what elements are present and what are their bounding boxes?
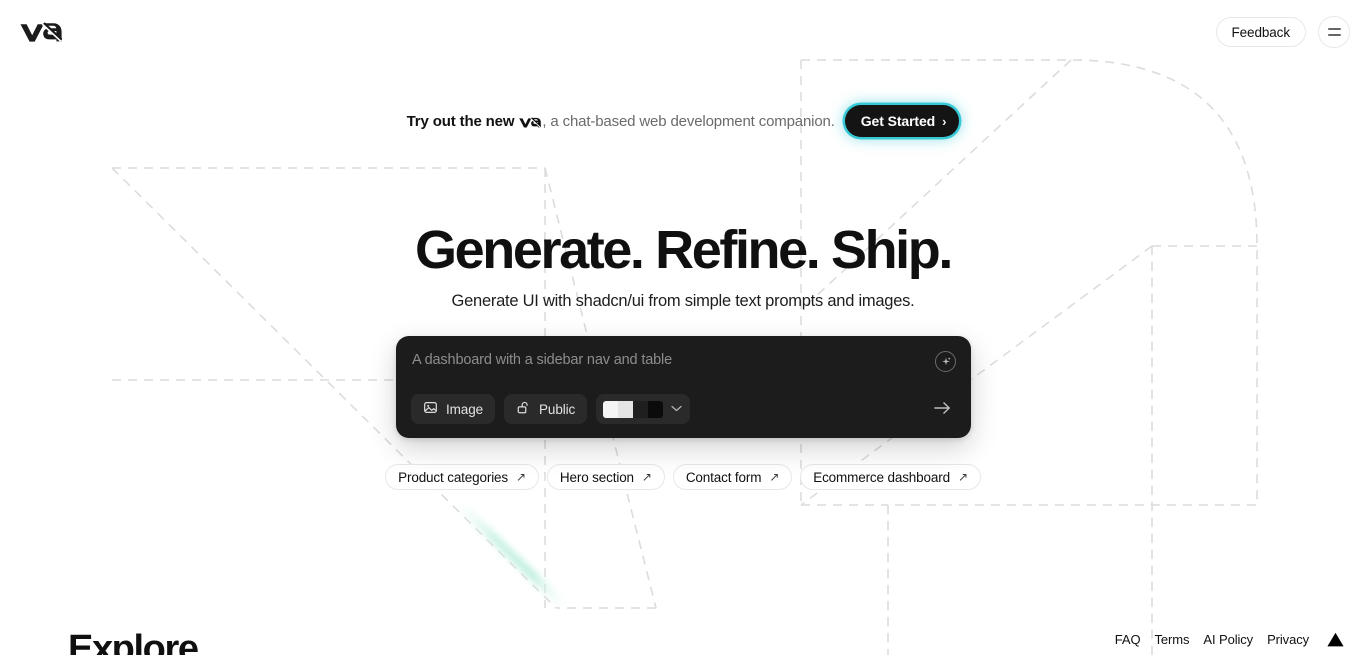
menu-line-1	[1327, 28, 1341, 30]
feedback-button[interactable]: Feedback	[1215, 17, 1306, 47]
unlock-icon	[516, 400, 531, 418]
prompt-input-row	[411, 351, 956, 372]
get-started-label: Get Started	[860, 113, 936, 129]
theme-swatch	[603, 400, 664, 418]
chevron-right-icon: ›	[942, 113, 947, 129]
hero-section: Generate. Refine. Ship. Generate UI with…	[0, 220, 1366, 311]
suggestion-chip-ecommerce-dashboard[interactable]: Ecommerce dashboard ↗	[800, 464, 981, 490]
chip-label: Product categories	[398, 469, 509, 485]
suggestion-chip-contact-form[interactable]: Contact form ↗	[672, 464, 793, 490]
announcement-banner: Try out the new , a chat-based web devel…	[0, 105, 1366, 137]
app-header: Feedback	[0, 0, 1366, 64]
visibility-button[interactable]: Public	[504, 394, 588, 424]
theme-selector[interactable]	[596, 394, 691, 424]
footer-link-terms[interactable]: Terms	[1155, 632, 1190, 647]
footer-links: FAQ Terms AI Policy Privacy	[1115, 632, 1344, 647]
visibility-label: Public	[539, 401, 576, 417]
v0-logo-icon	[20, 22, 62, 42]
arrow-up-right-icon: ↗	[516, 470, 526, 484]
announcement-lead: Try out the new	[406, 112, 515, 130]
prompt-composer-card: Image Public	[396, 336, 971, 438]
attach-image-label: Image	[446, 401, 484, 417]
explore-section-title: Explore	[68, 628, 199, 655]
chip-label: Contact form	[685, 469, 762, 485]
page-title: Generate. Refine. Ship.	[415, 220, 953, 280]
chip-label: Ecommerce dashboard	[813, 469, 950, 485]
swatch-color-2	[633, 400, 649, 418]
get-started-button[interactable]: Get Started ›	[844, 105, 960, 137]
suggestion-chip-hero-section[interactable]: Hero section ↗	[546, 464, 665, 490]
announcement-rest: , a chat-based web development companion…	[542, 112, 835, 130]
v0-inline-logo-icon	[519, 116, 542, 129]
swatch-color-0	[603, 400, 619, 418]
sparkle-circle-icon[interactable]	[935, 351, 956, 372]
prompt-toolbar: Image Public	[411, 394, 956, 424]
chip-label: Hero section	[559, 469, 634, 485]
swatch-color-1	[618, 400, 634, 418]
v0-logo[interactable]	[18, 12, 64, 52]
footer-link-faq[interactable]: FAQ	[1115, 632, 1141, 647]
background-v0-outline-art	[0, 0, 1366, 655]
submit-prompt-button[interactable]	[928, 395, 956, 423]
attach-image-button[interactable]: Image	[411, 394, 496, 424]
image-icon	[423, 400, 438, 418]
suggestion-chips: Product categories ↗ Hero section ↗ Cont…	[0, 464, 1366, 490]
swatch-color-3	[648, 400, 664, 418]
menu-line-2	[1327, 34, 1341, 36]
arrow-right-icon	[933, 400, 952, 419]
footer-link-ai-policy[interactable]: AI Policy	[1203, 632, 1253, 647]
page-subtitle: Generate UI with shadcn/ui from simple t…	[451, 292, 915, 311]
vercel-triangle-icon[interactable]	[1327, 632, 1344, 647]
page-root: Feedback Try out the new , a chat-based …	[0, 0, 1366, 655]
prompt-input[interactable]	[411, 352, 935, 368]
suggestion-chip-product-categories[interactable]: Product categories ↗	[385, 464, 539, 490]
footer-link-privacy[interactable]: Privacy	[1267, 632, 1309, 647]
arrow-up-right-icon: ↗	[769, 470, 780, 484]
header-actions: Feedback	[1215, 16, 1350, 48]
hamburger-menu-icon[interactable]	[1318, 16, 1350, 48]
arrow-up-right-icon: ↗	[957, 470, 968, 484]
announcement-text: Try out the new , a chat-based web devel…	[407, 113, 835, 130]
bg-highlight-stroke	[450, 495, 571, 613]
arrow-up-right-icon: ↗	[641, 470, 652, 484]
chevron-down-icon	[671, 404, 682, 415]
